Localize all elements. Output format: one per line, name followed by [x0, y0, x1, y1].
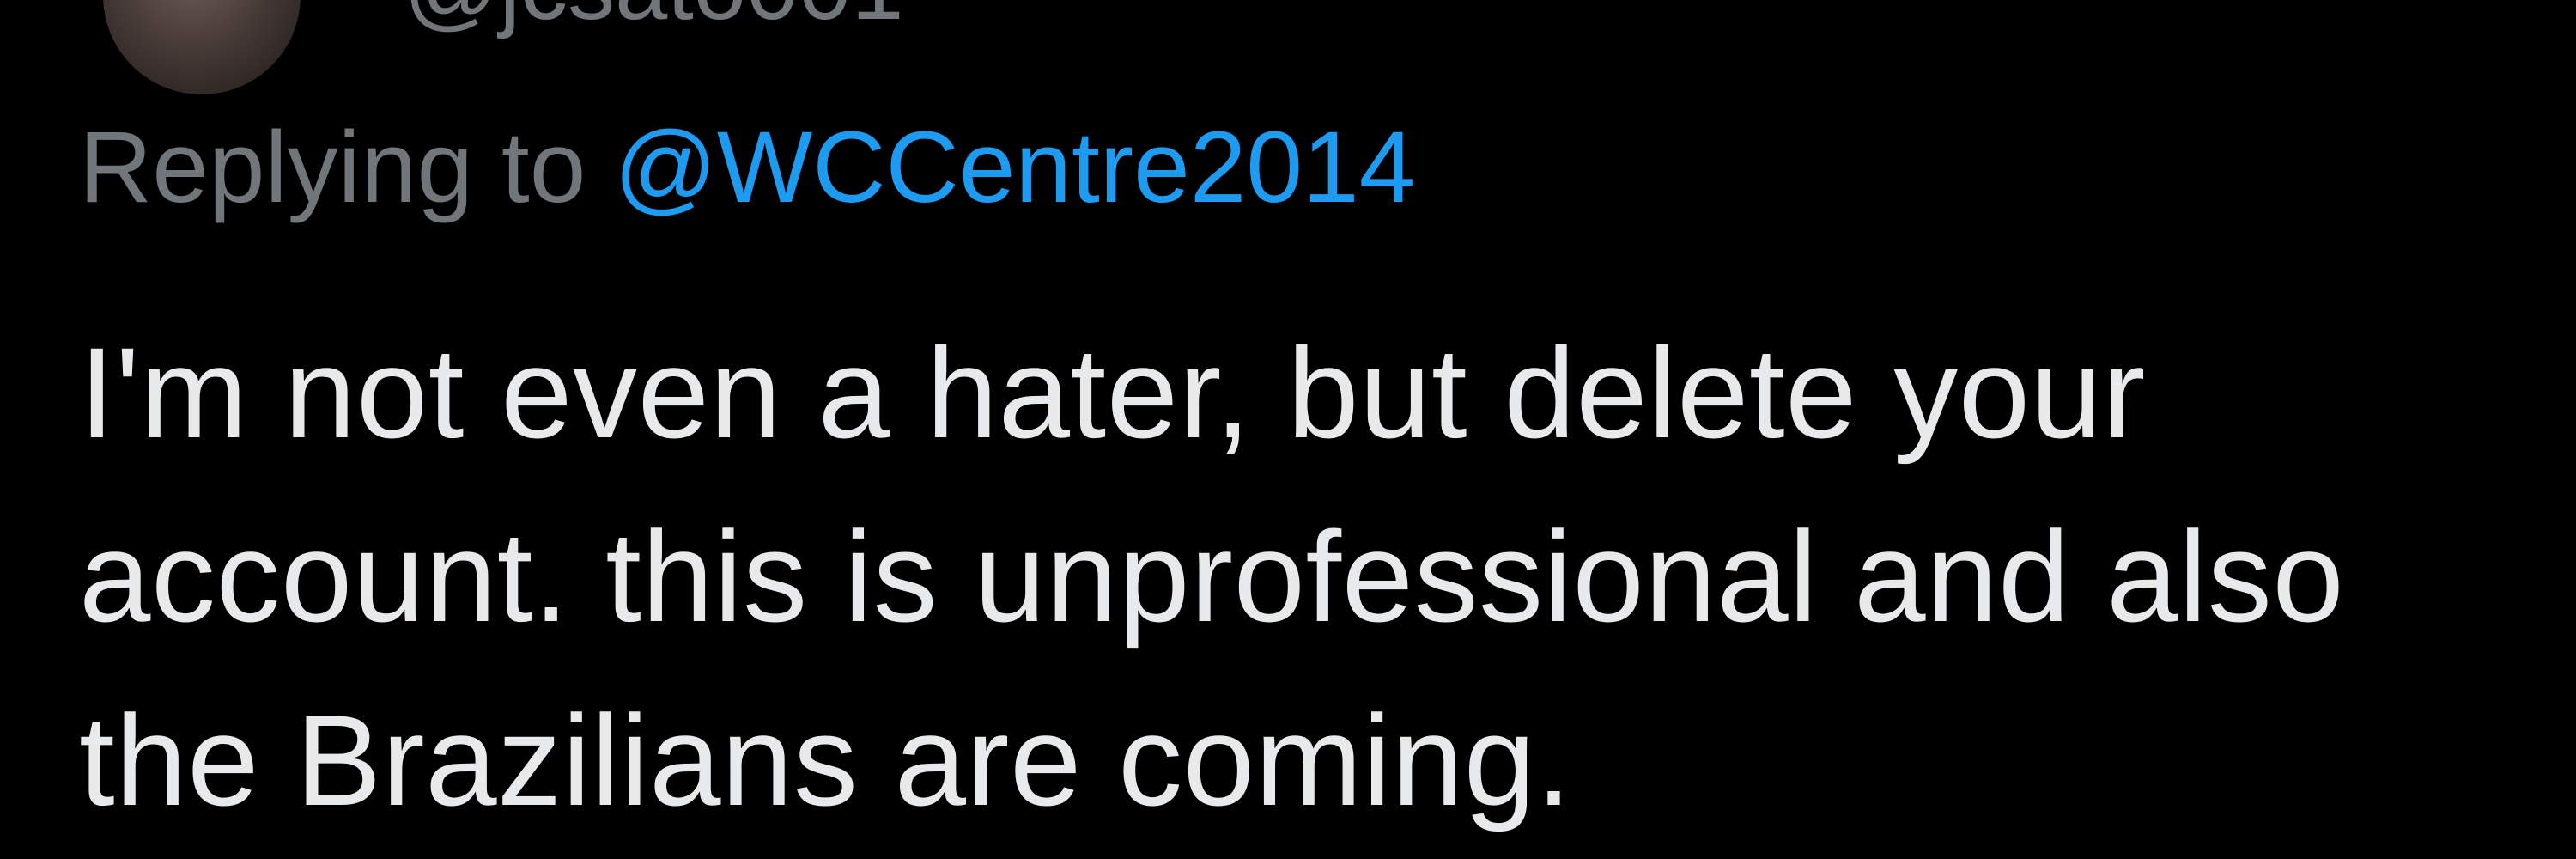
- tweet-text: I'm not even a hater, but delete your ac…: [79, 301, 2483, 852]
- tweet-text-line: the Brazilians are coming.: [79, 688, 1572, 832]
- author-handle[interactable]: @jcsato001: [404, 0, 904, 34]
- reply-context: Replying to @WCCentre2014: [79, 112, 1415, 223]
- tweet-text-line: account. this is unprofessional and also: [79, 504, 2345, 649]
- reply-prefix: Replying to: [79, 111, 615, 224]
- avatar[interactable]: [103, 0, 301, 94]
- reply-handle-link[interactable]: @WCCentre2014: [614, 111, 1415, 224]
- tweet-text-line: I'm not even a hater, but delete your: [79, 320, 2147, 465]
